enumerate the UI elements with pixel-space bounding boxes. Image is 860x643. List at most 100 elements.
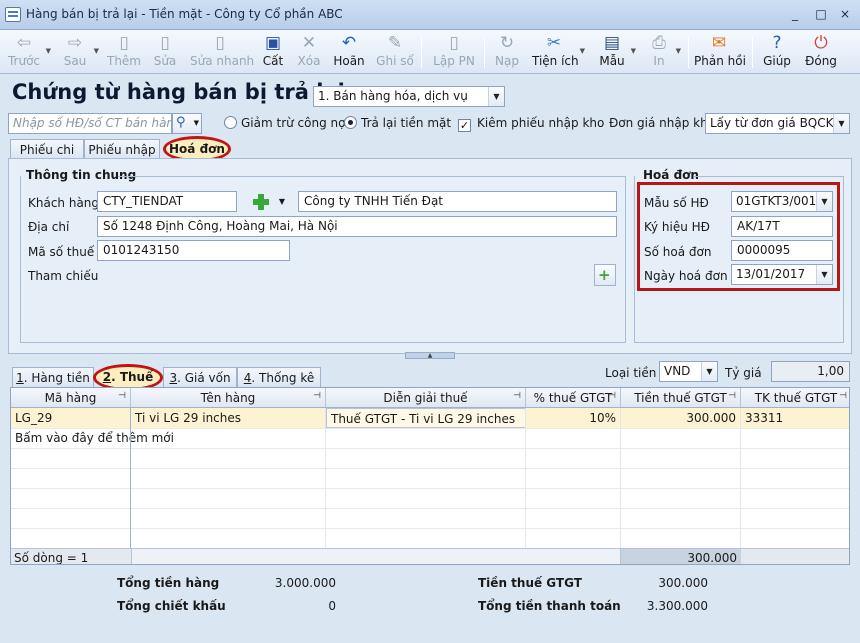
delete-button[interactable]: ✕ Xóa xyxy=(294,31,324,73)
checkbox-warehouse-receipt[interactable]: ✓ Kiêm phiếu nhập kho xyxy=(458,116,604,132)
address-input[interactable]: Số 1248 Định Công, Hoàng Mai, Hà Nội xyxy=(97,216,617,237)
chevron-down-icon: ▼ xyxy=(488,87,504,106)
template-icon: ▤ xyxy=(603,33,621,53)
column-header-vat-rate[interactable]: % thuế GTGT ⊣ xyxy=(526,388,621,408)
mail-icon: ✉ xyxy=(711,33,727,53)
column-header-name[interactable]: Tên hàng ⊣ xyxy=(131,388,326,408)
cell-vat-rate[interactable]: 10% xyxy=(526,408,621,428)
tax-code-label: Mã số thuế xyxy=(28,245,95,259)
chevron-down-icon: ▼ xyxy=(701,362,717,381)
exchange-rate-input[interactable]: 1,00 xyxy=(771,361,850,382)
quick-edit-icon: ▯ xyxy=(215,33,225,53)
search-icon: ⚲ xyxy=(176,115,186,130)
currency-select[interactable]: VND ▼ xyxy=(659,361,718,382)
save-button[interactable]: ▣ Cất xyxy=(258,31,288,73)
invoice-number-label: Số hoá đơn xyxy=(644,245,712,259)
print-button[interactable]: ⎙ In ▼ xyxy=(646,31,681,73)
panel-splitter[interactable]: ▲ xyxy=(405,352,455,359)
invoice-form-select[interactable]: 01GTKT3/001 ▼ xyxy=(731,191,833,212)
title-bar: Hàng bán bị trả lại - Tiền mặt - Công ty… xyxy=(0,0,860,30)
close-window-button[interactable]: × xyxy=(838,7,852,21)
chevron-down-icon: ▼ xyxy=(816,192,832,211)
maximize-button[interactable]: □ xyxy=(814,7,828,21)
add-button[interactable]: ▯ Thêm xyxy=(106,31,142,73)
add-reference-button[interactable]: + xyxy=(594,264,616,286)
invoice-search-input[interactable]: Nhập số HĐ/số CT bán hàng xyxy=(8,113,172,134)
pin-icon: ⊣ xyxy=(608,391,616,401)
radio-cash-refund[interactable]: Trả lại tiền mặt xyxy=(344,116,451,130)
exchange-rate-label: Tỷ giá xyxy=(725,366,762,380)
address-label: Địa chỉ xyxy=(28,220,70,234)
unit-price-select[interactable]: Lấy từ đơn giá BQCK ▼ xyxy=(705,113,850,134)
cell-name[interactable]: Ti vi LG 29 inches xyxy=(131,408,326,428)
close-power-icon: ⏻ xyxy=(814,33,828,53)
invoice-date-label: Ngày hoá đơn xyxy=(644,269,728,283)
invoice-date-picker[interactable]: 13/01/2017 ▼ xyxy=(731,264,833,285)
invoice-symbol-label: Ký hiệu HĐ xyxy=(644,220,710,234)
search-button[interactable]: ⚲ ▼ xyxy=(172,113,202,134)
table-row[interactable]: LG_29 Ti vi LG 29 inches Thuế GTGT - Ti … xyxy=(11,408,849,428)
chevron-down-icon[interactable]: ▼ xyxy=(273,191,291,212)
invoice-number-input[interactable]: 0000095 xyxy=(731,240,833,261)
column-header-tax-desc[interactable]: Diễn giải thuế ⊣ xyxy=(326,388,526,408)
receipt-icon: ▯ xyxy=(449,33,459,53)
add-customer-icon[interactable] xyxy=(252,193,270,211)
tab-invoice[interactable]: Hoá đơn xyxy=(163,142,231,156)
pin-icon: ⊣ xyxy=(839,391,847,401)
invoice-form-label: Mẫu số HĐ xyxy=(644,196,709,210)
cell-tax-desc[interactable]: Thuế GTGT - Ti vi LG 29 inches xyxy=(326,408,526,428)
tab-statistics[interactable]: 4. Thống kê xyxy=(237,367,321,387)
quick-edit-button[interactable]: ▯ Sửa nhanh xyxy=(190,31,254,73)
general-info-title: Thông tin chung xyxy=(26,168,137,182)
radio-reduce-debt[interactable]: Giảm trừ công nợ xyxy=(224,116,345,130)
tab-cost-price[interactable]: 3. Giá vốn xyxy=(163,367,237,387)
chevron-down-icon: ▼ xyxy=(193,119,199,127)
cell-vat-account[interactable]: 33311 xyxy=(741,408,849,428)
minimize-button[interactable]: _ xyxy=(788,7,802,21)
tab-tax[interactable]: 2. Thuế xyxy=(93,370,163,384)
invoice-symbol-input[interactable]: AK/17T xyxy=(731,216,833,237)
radio-icon xyxy=(224,116,237,129)
close-button[interactable]: ⏻ Đóng xyxy=(804,31,838,73)
currency-label: Loại tiền xyxy=(605,366,657,380)
reload-button[interactable]: ↻ Nạp xyxy=(492,31,522,73)
tab-goods-amount[interactable]: 1. Hàng tiền xyxy=(12,367,94,387)
post-button[interactable]: ✎ Ghi sổ xyxy=(376,31,414,73)
utilities-button[interactable]: ✂ Tiện ích ▼ xyxy=(532,31,585,73)
page-title: Chứng từ hàng bán bị trả lại xyxy=(12,80,345,104)
arrow-left-icon: ⇦ xyxy=(16,33,32,53)
tax-code-input[interactable]: 0101243150 xyxy=(97,240,290,261)
app-icon xyxy=(5,7,21,22)
add-document-icon: ▯ xyxy=(119,33,129,53)
column-header-code[interactable]: Mã hàng ⊣ xyxy=(11,388,131,408)
invoice-group-title: Hoá đơn xyxy=(643,168,699,182)
tab-payment-voucher[interactable]: Phiếu chi xyxy=(10,139,84,159)
help-button[interactable]: ? Giúp xyxy=(762,31,792,73)
defer-button[interactable]: ↶ Hoãn xyxy=(332,31,366,73)
next-button[interactable]: ⇨ Sau ▼ xyxy=(60,31,99,73)
add-new-row-hint[interactable]: Bấm vào đây để thêm mới xyxy=(11,428,311,448)
radio-selected-icon xyxy=(344,116,357,129)
total-goods-value: 3.000.000 xyxy=(274,576,336,590)
footer-vat-total: 300.000 xyxy=(621,549,741,564)
column-header-vat-amount[interactable]: Tiền thuế GTGT ⊣ xyxy=(621,388,741,408)
cell-code[interactable]: LG_29 xyxy=(11,408,131,428)
column-header-vat-account[interactable]: TK thuế GTGT ⊣ xyxy=(741,388,849,408)
edit-button[interactable]: ▯ Sửa xyxy=(150,31,180,73)
customer-code-input[interactable]: CTY_TIENDAT xyxy=(97,191,237,212)
cell-vat-amount[interactable]: 300.000 xyxy=(621,408,741,428)
pin-icon: ⊣ xyxy=(313,391,321,401)
plus-icon: + xyxy=(598,266,611,284)
transaction-type-select[interactable]: 1. Bán hàng hóa, dịch vụ ▼ xyxy=(313,86,505,107)
tab-receipt[interactable]: Phiếu nhập xyxy=(84,139,160,159)
save-icon: ▣ xyxy=(264,33,282,53)
pencil-icon: ✎ xyxy=(387,33,403,53)
create-receipt-button[interactable]: ▯ Lập PN xyxy=(432,31,476,73)
checkmark-icon: ✓ xyxy=(458,119,471,132)
template-button[interactable]: ▤ Mẫu ▼ xyxy=(597,31,636,73)
delete-icon: ✕ xyxy=(301,33,317,53)
prev-button[interactable]: ⇦ Trước ▼ xyxy=(6,31,51,73)
customer-name-input[interactable]: Công ty TNHH Tiến Đạt xyxy=(298,191,617,212)
pin-icon: ⊣ xyxy=(513,391,521,401)
feedback-button[interactable]: ✉ Phản hồi xyxy=(694,31,746,73)
